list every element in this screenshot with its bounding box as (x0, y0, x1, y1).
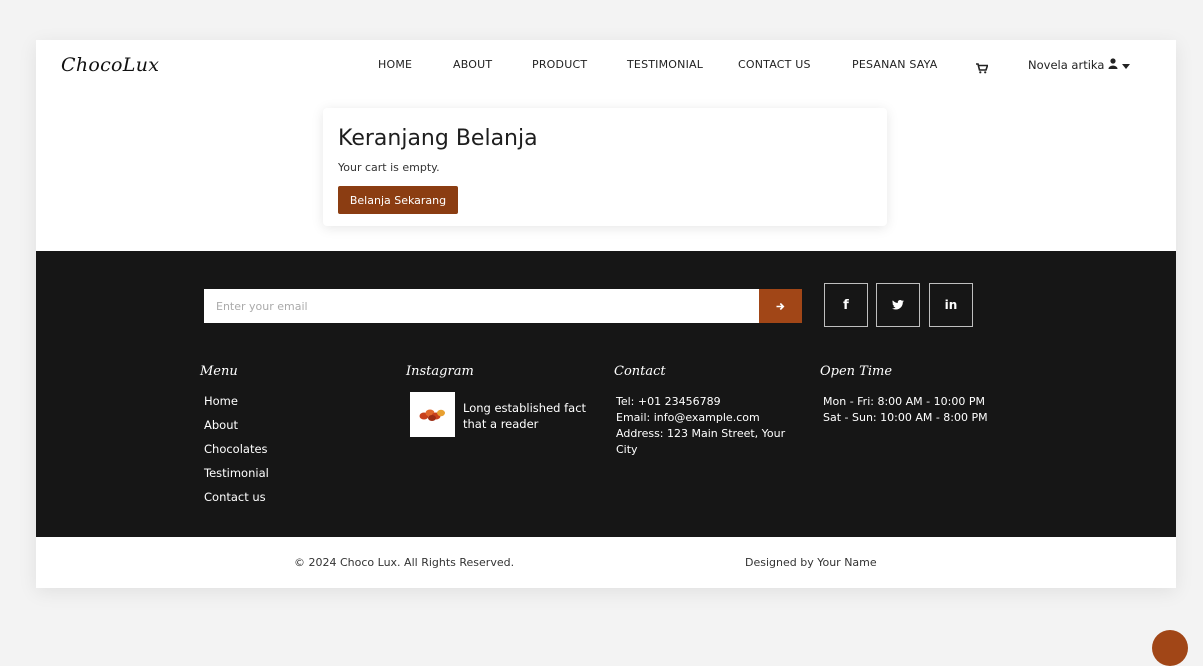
linkedin-icon[interactable]: in (929, 283, 973, 327)
contact-info: Tel: +01 23456789 Email: info@example.co… (616, 394, 801, 458)
contact-title: Contact (614, 364, 666, 379)
cart-empty-message: Your cart is empty. (338, 161, 440, 174)
nav-contact-us[interactable]: CONTACT US (738, 58, 811, 71)
contact-address: Address: 123 Main Street, Your City (616, 427, 786, 456)
site-footer: f in Menu Instagram Contact Open Time Ho… (36, 251, 1176, 537)
copyright-text: © 2024 Choco Lux. All Rights Reserved. (294, 556, 515, 569)
shopping-cart-icon[interactable] (976, 59, 989, 78)
instagram-caption: Long established fact that a reader (463, 401, 587, 431)
bottom-bar: © 2024 Choco Lux. All Rights Reserved. D… (36, 537, 1176, 588)
instagram-title: Instagram (406, 364, 474, 379)
user-name: Novela artika (1028, 58, 1105, 72)
instagram-thumbnail[interactable] (410, 392, 455, 437)
newsletter-email-input[interactable] (204, 289, 759, 323)
nav-testimonial[interactable]: TESTIMONIAL (627, 58, 703, 71)
menu-title: Menu (200, 364, 238, 379)
facebook-icon[interactable]: f (824, 283, 868, 327)
contact-email: Email: info@example.com (616, 411, 760, 424)
twitter-icon[interactable] (876, 283, 920, 327)
shop-now-button[interactable]: Belanja Sekarang (338, 186, 458, 214)
site-header: ChocoLux HOME ABOUT PRODUCT TESTIMONIAL … (36, 40, 1176, 92)
caret-down-icon (1122, 58, 1131, 72)
footer-link-about[interactable]: About (204, 418, 269, 442)
footer-link-contact-us[interactable]: Contact us (204, 490, 269, 514)
page-frame: ChocoLux HOME ABOUT PRODUCT TESTIMONIAL … (36, 40, 1176, 588)
user-menu[interactable]: Novela artika (1028, 58, 1131, 72)
arrow-right-icon (776, 299, 785, 314)
footer-link-testimonial[interactable]: Testimonial (204, 466, 269, 490)
open-time-info: Mon - Fri: 8:00 AM - 10:00 PM Sat - Sun:… (823, 394, 1023, 426)
nav-product[interactable]: PRODUCT (532, 58, 587, 71)
open-time-title: Open Time (820, 364, 893, 379)
footer-link-home[interactable]: Home (204, 394, 269, 418)
footer-menu: Home About Chocolates Testimonial Contac… (204, 394, 269, 514)
open-time-weekend: Sat - Sun: 10:00 AM - 8:00 PM (823, 411, 988, 424)
user-icon (1108, 58, 1118, 72)
footer-link-chocolates[interactable]: Chocolates (204, 442, 269, 466)
designed-by-text: Designed by Your Name (745, 556, 877, 569)
cart-title: Keranjang Belanja (338, 126, 538, 151)
scroll-to-top-button[interactable] (1152, 630, 1188, 666)
contact-tel: Tel: +01 23456789 (616, 395, 721, 408)
site-logo[interactable]: ChocoLux (61, 54, 159, 76)
nav-home[interactable]: HOME (378, 58, 412, 71)
nav-about[interactable]: ABOUT (453, 58, 492, 71)
open-time-weekday: Mon - Fri: 8:00 AM - 10:00 PM (823, 395, 985, 408)
nav-pesanan-saya[interactable]: PESANAN SAYA (852, 58, 937, 71)
newsletter-submit-button[interactable] (759, 289, 802, 323)
cart-card: Keranjang Belanja Your cart is empty. Be… (323, 108, 887, 226)
